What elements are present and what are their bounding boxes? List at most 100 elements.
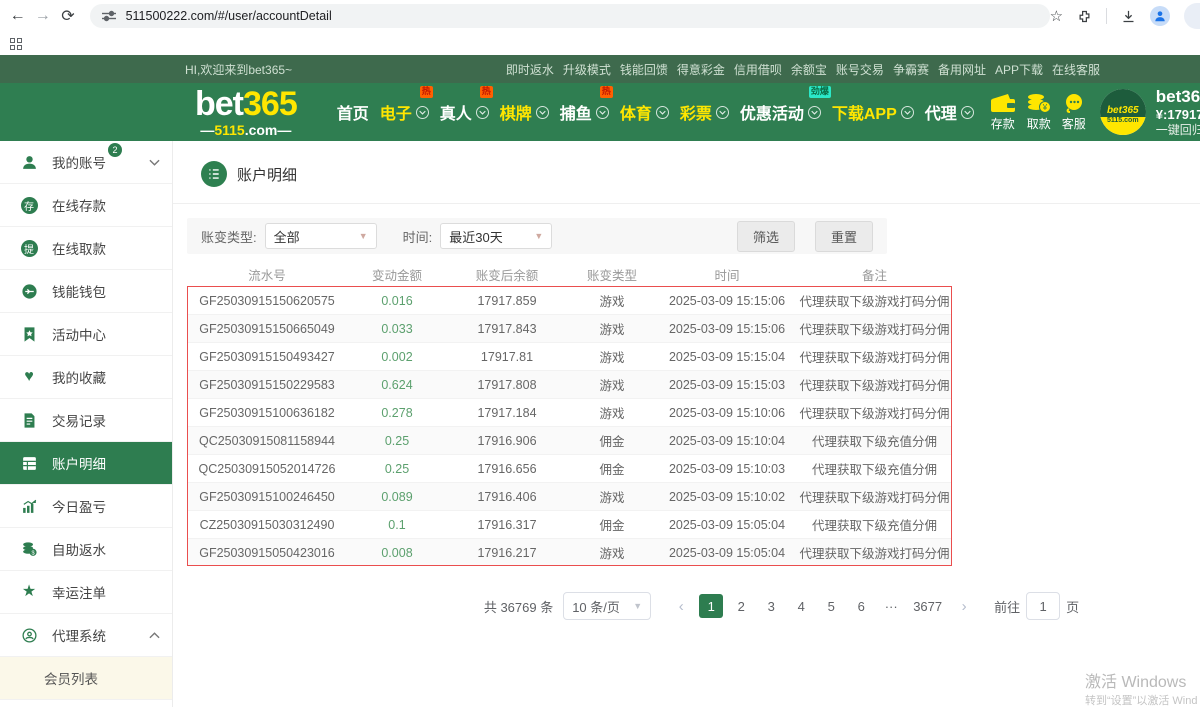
deposit-button[interactable]: 存款 xyxy=(990,93,1016,132)
page-button-1[interactable]: 1 xyxy=(699,594,723,618)
sidebar-item-online-withdraw[interactable]: 提 在线取款 xyxy=(0,227,172,270)
browser-menu-cutoff[interactable] xyxy=(1184,3,1200,29)
topbar-link-customer-service[interactable]: 在线客服 xyxy=(1052,61,1100,78)
hot-badge: 热 xyxy=(420,86,433,98)
logo-text-bet: bet xyxy=(195,85,243,123)
page-ellipsis[interactable]: ··· xyxy=(879,594,903,618)
table-header-row: 流水号 变动金额 账变后余额 账变类型 时间 备注 xyxy=(187,262,952,286)
chevron-down-icon xyxy=(149,159,160,166)
topbar-link-app-download[interactable]: APP下载 xyxy=(995,61,1043,78)
page-button-2[interactable]: 2 xyxy=(729,594,753,618)
nav-item-promotions[interactable]: 优惠活动 劲爆 xyxy=(740,100,821,124)
quick-actions: 存款 ¥ 取款 客服 xyxy=(990,93,1086,132)
bookmark-star-icon[interactable]: ☆ xyxy=(1050,7,1063,25)
sidebar-item-my-account[interactable]: 我的账号2 xyxy=(0,141,172,184)
next-page-icon[interactable]: › xyxy=(952,594,976,618)
browser-toolbar: ← → ⟳ 511500222.com/#/user/accountDetail… xyxy=(0,0,1200,32)
site-header: bet365 —5115.com— 首页 电子 热 真人 热 棋牌 捕鱼 xyxy=(0,83,1200,141)
prev-page-icon[interactable]: ‹ xyxy=(669,594,693,618)
page-buttons: ‹ 1 2 3 4 5 6 ··· 3677 › xyxy=(669,594,976,618)
site-logo[interactable]: bet365 —5115.com— xyxy=(195,87,297,137)
back-icon[interactable]: ← xyxy=(8,3,27,29)
topbar-link-upgrade[interactable]: 升级模式 xyxy=(563,61,611,78)
welcome-text: HI,欢迎来到bet365~ xyxy=(185,61,292,78)
topbar-link-rebate[interactable]: 即时返水 xyxy=(506,61,554,78)
logo-domain-rest: .com— xyxy=(245,122,292,138)
page-button-6[interactable]: 6 xyxy=(849,594,873,618)
nav-item-slots[interactable]: 电子 热 xyxy=(380,100,429,124)
topbar-link-account-trade[interactable]: 账号交易 xyxy=(836,61,884,78)
browser-profile-avatar[interactable] xyxy=(1150,6,1170,26)
goto-suffix: 页 xyxy=(1066,597,1079,616)
page-size-select[interactable]: 10 条/页 ▼ xyxy=(563,592,651,620)
filter-time-select[interactable]: 最近30天 ▼ xyxy=(440,223,552,249)
forward-icon[interactable]: → xyxy=(33,3,52,29)
topbar-link-yuebao[interactable]: 余额宝 xyxy=(791,61,827,78)
table-row: GF250309150504230160.00817916.217游戏2025-… xyxy=(187,538,952,566)
extensions-icon[interactable] xyxy=(1077,9,1092,24)
nav-item-live[interactable]: 真人 热 xyxy=(440,100,489,124)
coins-icon: $ xyxy=(18,541,40,558)
filter-type-select[interactable]: 全部 ▼ xyxy=(265,223,377,249)
page-button-3[interactable]: 3 xyxy=(759,594,783,618)
boom-badge: 劲爆 xyxy=(809,86,831,98)
goto-page-input[interactable] xyxy=(1026,592,1060,620)
coins-icon: ¥ xyxy=(1026,93,1052,113)
content-panel: 账户明细 账变类型: 全部 ▼ 时间: 最近30天 ▼ 筛选 重置 xyxy=(173,141,1200,707)
download-icon[interactable] xyxy=(1121,9,1136,24)
sidebar-item-lucky-bets[interactable]: ★ 幸运注单 xyxy=(0,571,172,614)
page-button-last[interactable]: 3677 xyxy=(909,594,946,618)
table-row: GF250309151504934270.00217917.81游戏2025-0… xyxy=(187,342,952,370)
nav-item-sports[interactable]: 体育 xyxy=(620,100,669,124)
sidebar-item-favorites[interactable]: ♥ 我的收藏 xyxy=(0,356,172,399)
table-row: QC250309150811589440.2517916.906佣金2025-0… xyxy=(187,426,952,454)
heart-icon: ♥ xyxy=(24,369,34,385)
one-key-recycle-link[interactable]: 一键回归 xyxy=(1156,123,1200,138)
nav-item-chess[interactable]: 棋牌 xyxy=(500,100,549,124)
topbar-link-bonus[interactable]: 得意彩金 xyxy=(677,61,725,78)
filter-button[interactable]: 筛选 xyxy=(737,221,795,252)
topbar-link-wallet-feedback[interactable]: 钱能回馈 xyxy=(620,61,668,78)
sidebar-item-activity-center[interactable]: 活动中心 xyxy=(0,313,172,356)
avatar-brand-text: bet365 xyxy=(1100,89,1146,117)
customer-service-button[interactable]: 客服 xyxy=(1062,93,1086,132)
site-settings-icon[interactable] xyxy=(102,10,116,22)
nav-item-lottery[interactable]: 彩票 xyxy=(680,100,729,124)
address-bar[interactable]: 511500222.com/#/user/accountDetail xyxy=(90,4,1050,28)
goto-label: 前往 xyxy=(994,597,1020,616)
apps-grid-icon[interactable] xyxy=(10,38,22,50)
chevron-down-icon: ▼ xyxy=(534,231,543,241)
page-button-4[interactable]: 4 xyxy=(789,594,813,618)
sidebar-item-account-detail[interactable]: 账户明细 xyxy=(0,442,172,485)
nav-item-home[interactable]: 首页 xyxy=(337,100,369,124)
sidebar-item-transactions[interactable]: 交易记录 xyxy=(0,399,172,442)
chevron-down-icon xyxy=(961,106,974,119)
user-avatar[interactable]: bet365 5115.com xyxy=(1100,89,1146,135)
topbar-link-backup-url[interactable]: 备用网址 xyxy=(938,61,986,78)
nav-item-fishing[interactable]: 捕鱼 热 xyxy=(560,100,609,124)
chevron-down-icon xyxy=(596,106,609,119)
page-button-5[interactable]: 5 xyxy=(819,594,843,618)
col-header-time: 时间 xyxy=(657,265,797,284)
sidebar-item-online-deposit[interactable]: 存 在线存款 xyxy=(0,184,172,227)
reload-icon[interactable]: ⟳ xyxy=(58,3,77,29)
sidebar-item-member-list[interactable]: 会员列表 xyxy=(0,657,172,700)
toolbar-divider xyxy=(1106,8,1107,24)
topbar-link-tournament[interactable]: 争霸赛 xyxy=(893,61,929,78)
topbar-link-credit[interactable]: 信用借呗 xyxy=(734,61,782,78)
withdraw-button[interactable]: ¥ 取款 xyxy=(1026,93,1052,132)
nav-item-download-app[interactable]: 下载APP xyxy=(832,100,914,124)
table-row: GF250309151006361820.27817917.184游戏2025-… xyxy=(187,398,952,426)
username-text: bet36580 xyxy=(1156,86,1200,107)
star-icon: ★ xyxy=(22,584,36,600)
reset-button[interactable]: 重置 xyxy=(815,221,873,252)
sidebar-item-today-pnl[interactable]: 今日盈亏 xyxy=(0,485,172,528)
sidebar-item-wallet[interactable]: 钱能钱包 xyxy=(0,270,172,313)
sidebar-item-agent-system[interactable]: 代理系统 xyxy=(0,614,172,657)
table-row: GF250309151506205750.01617917.859游戏2025-… xyxy=(187,286,952,314)
col-header-balance: 账变后余额 xyxy=(447,265,567,284)
nav-item-agent[interactable]: 代理 xyxy=(925,100,974,124)
sidebar-item-self-rebate[interactable]: $ 自助返水 xyxy=(0,528,172,571)
table-row: CZ250309150303124900.117916.317佣金2025-03… xyxy=(187,510,952,538)
activate-windows-watermark: 激活 Windows 转到“设置”以激活 Wind xyxy=(1085,668,1197,708)
